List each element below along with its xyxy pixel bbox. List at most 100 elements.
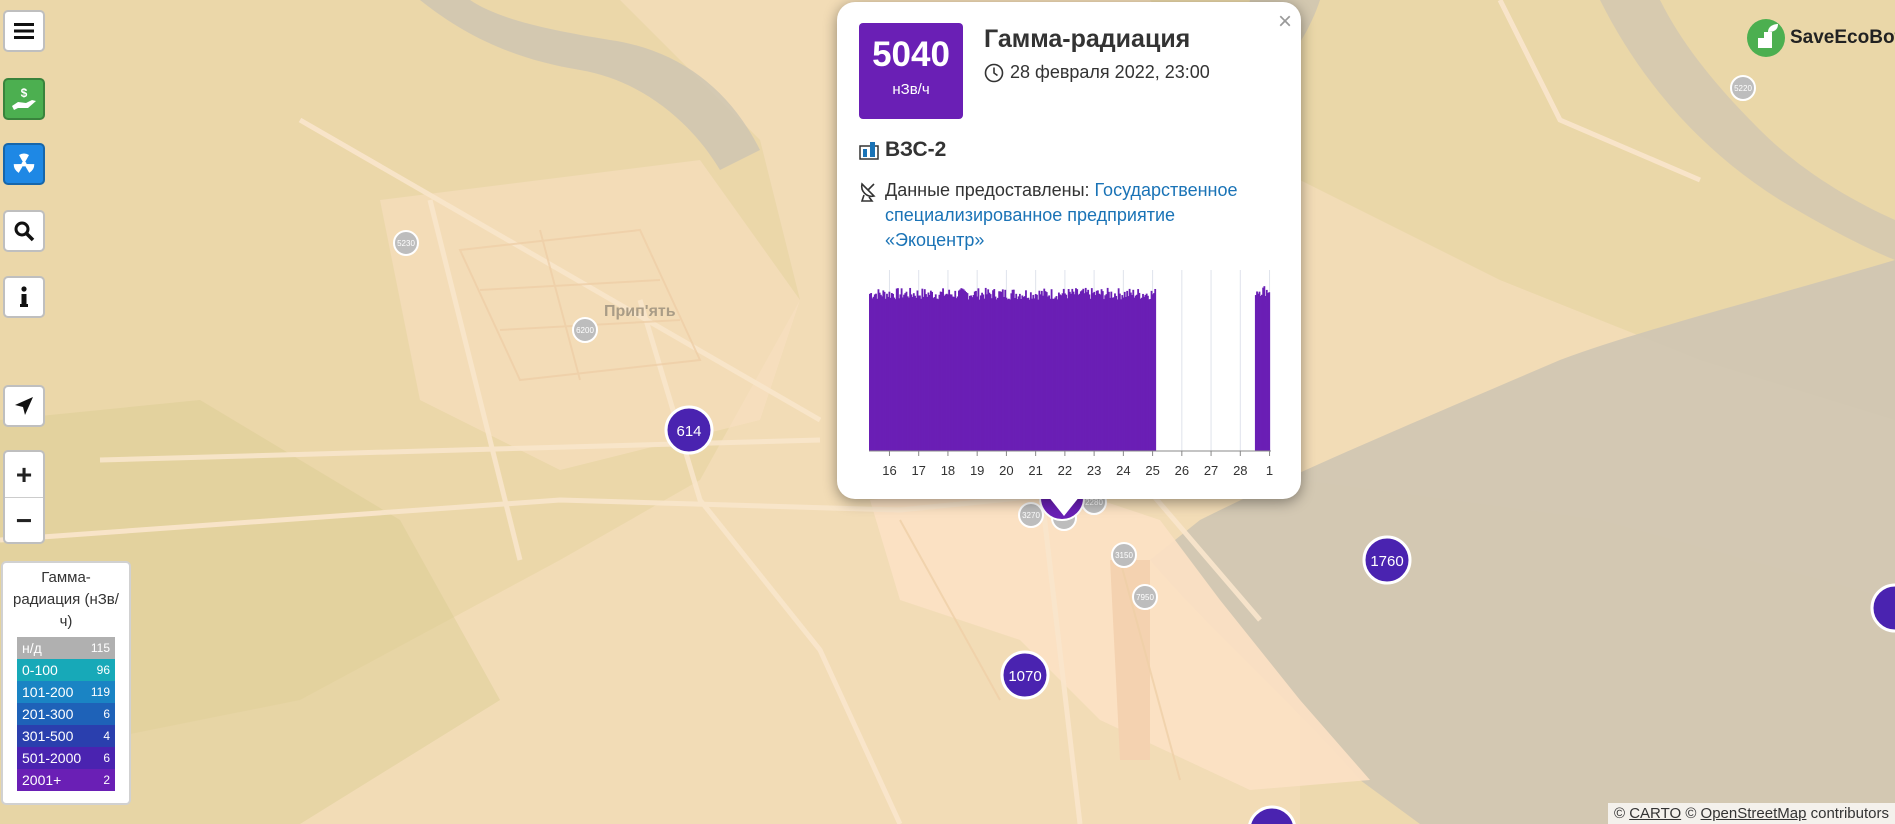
chart-tick-label: 21 [1028,463,1042,478]
svg-text:5230: 5230 [397,239,415,248]
brand-name: SaveEcoBot [1790,27,1895,48]
legend-row: 501-2000 6 [17,747,115,769]
svg-text:614: 614 [676,423,701,440]
small-marker[interactable]: 6200 [572,317,598,343]
legend-count: 119 [90,685,110,699]
location-arrow-icon [15,397,33,415]
popup-close-button[interactable]: × [1278,8,1292,36]
popup-title: Гамма-радиация [984,25,1191,53]
chart-tick-label: 25 [1145,463,1159,478]
svg-text:$: $ [21,86,28,100]
saveecobot-logo-icon [1747,19,1785,57]
attribution-prefix: © [1613,805,1630,822]
station-name: ВЗС-2 [885,138,947,161]
source-prefix: Данные предоставлены: [885,180,1095,200]
place-label-pripyat: Прип'ять [604,303,676,320]
reading-value: 5040 [872,35,950,74]
legend-range: 0-100 [22,662,58,678]
locate-button[interactable] [3,385,45,427]
popup-tip [1048,496,1080,516]
reading-unit: нЗв/ч [892,81,930,98]
chart-tick-label: 17 [911,463,925,478]
chart-tick-label: 16 [882,463,896,478]
svg-text:6200: 6200 [576,326,594,335]
legend-count: 115 [90,641,110,655]
legend-range: 301-500 [22,728,74,744]
small-marker[interactable]: 3270 [1018,502,1044,528]
cluster-marker[interactable]: 1760 [1362,535,1412,585]
zoom-in-button[interactable]: + [5,452,43,498]
history-chart[interactable]: 16 17 18 19 20 21 22 23 24 25 26 27 28 1 [857,266,1277,486]
cluster-marker[interactable]: 614 [664,405,714,455]
chart-tick-label: 27 [1204,463,1218,478]
satellite-dish-icon [860,182,876,202]
map-attribution: © CARTO © OpenStreetMap contributors [1607,803,1895,824]
station-popup: × 5040 нЗв/ч Гамма-радиация 28 февраля 2… [837,2,1301,499]
legend: Гамма-радиация (нЗв/ч) н/д 115 0-100 96 101-… [1,561,131,805]
station-building-icon [859,142,879,160]
legend-row: 201-300 6 [17,703,115,725]
osm-link[interactable]: OpenStreetMap [1701,805,1807,822]
legend-row: 101-200 119 [17,681,115,703]
chart-bar [1268,292,1271,451]
legend-range: н/д [22,640,42,656]
legend-count: 4 [103,729,110,743]
info-icon [20,286,28,307]
legend-range: 201-300 [22,706,74,722]
small-marker[interactable]: 5220 [1730,75,1756,101]
chart-tick-label: 1 [1266,463,1273,478]
small-marker[interactable]: 5230 [393,230,419,256]
hamburger-icon [14,23,34,39]
carto-link[interactable]: CARTO [1629,805,1681,822]
svg-text:3150: 3150 [1115,551,1133,560]
legend-row: 0-100 96 [17,659,115,681]
small-marker[interactable]: 7950 [1132,584,1158,610]
attribution-suffix: contributors [1806,805,1889,822]
hand-dollar-icon: $ [12,86,36,110]
menu-button[interactable] [3,10,45,52]
legend-row: 301-500 4 [17,725,115,747]
svg-text:1070: 1070 [1008,668,1041,685]
search-button[interactable] [3,210,45,252]
legend-count: 96 [96,663,110,677]
radiation-icon [13,153,35,173]
reading-badge: 5040 нЗв/ч [859,23,963,119]
svg-text:2280: 2280 [1085,498,1103,507]
legend-range: 2001+ [22,772,62,788]
info-button[interactable] [3,276,45,318]
chart-tick-label: 19 [970,463,984,478]
legend-title: Гамма-радиация (нЗв/ч) [13,569,119,630]
legend-row: н/д 115 [17,637,115,659]
legend-range: 101-200 [22,684,74,700]
svg-text:3270: 3270 [1022,511,1040,520]
zoom-control: + − [3,450,45,544]
attribution-mid: © [1681,805,1701,822]
legend-range: 501-2000 [22,750,82,766]
legend-count: 2 [103,773,110,787]
legend-count: 6 [103,751,110,765]
chart-bar [1154,288,1157,451]
chart-tick-label: 23 [1087,463,1101,478]
chart-tick-label: 18 [941,463,955,478]
svg-text:1760: 1760 [1370,553,1403,570]
legend-count: 6 [103,707,110,721]
legend-rows: н/д 115 0-100 96 101-200 119 201-300 6 301-500 4 5… [17,637,115,791]
chart-tick-label: 28 [1233,463,1247,478]
small-marker[interactable]: 3150 [1111,542,1137,568]
popup-station: ВЗС-2 [859,138,946,162]
search-icon [14,221,35,242]
legend-row: 2001+ 2 [17,769,115,791]
cluster-marker[interactable]: 1070 [1000,650,1050,700]
chart-tick-label: 24 [1116,463,1130,478]
svg-text:5220: 5220 [1734,84,1752,93]
popup-date-text: 28 февраля 2022, 23:00 [1010,62,1210,82]
popup-date: 28 февраля 2022, 23:00 [984,62,1210,83]
radiation-layer-button[interactable] [3,143,45,185]
donate-button[interactable]: $ [3,78,45,120]
brand-logo[interactable]: SaveEcoBot [1746,18,1895,58]
popup-source: Данные предоставлены: Государственное сп… [859,178,1269,253]
zoom-out-button[interactable]: − [5,498,43,543]
chart-tick-label: 22 [1058,463,1072,478]
svg-text:7950: 7950 [1136,593,1154,602]
chart-tick-label: 26 [1175,463,1189,478]
